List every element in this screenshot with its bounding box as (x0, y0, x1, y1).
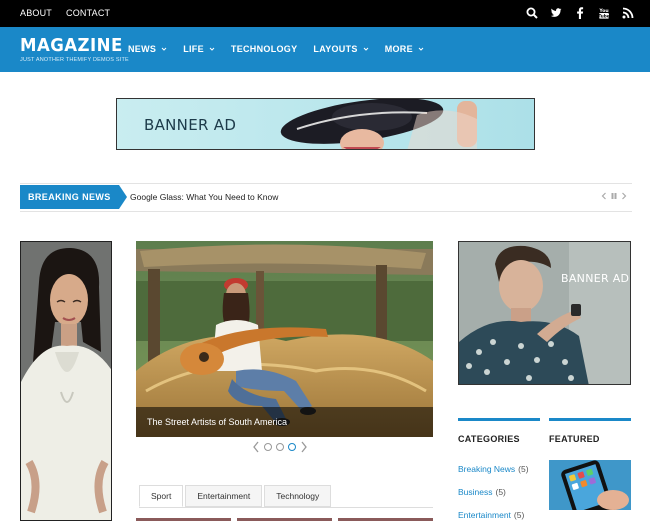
divider (20, 211, 632, 212)
breaking-news-label: BREAKING NEWS (20, 185, 127, 209)
slider-caption[interactable]: The Street Artists of South America (136, 407, 433, 437)
banner-ad-text: BANNER AD (561, 272, 630, 285)
site-logo[interactable]: MAGAZINE JUST ANOTHER THEMIFY DEMOS SITE (20, 35, 132, 64)
search-icon[interactable] (526, 7, 538, 19)
category-link[interactable]: Entertainment (458, 510, 511, 520)
featured-post-thumbnail[interactable] (549, 460, 631, 510)
breaking-news-controls (601, 192, 627, 200)
chevron-right-icon[interactable] (300, 441, 308, 453)
chevron-right-icon[interactable] (621, 192, 627, 200)
slider-dot[interactable] (264, 443, 272, 451)
logo-tagline: JUST ANOTHER THEMIFY DEMOS SITE (20, 57, 129, 63)
nav-item-news[interactable]: NEWS (128, 44, 167, 54)
pause-icon[interactable] (611, 192, 617, 200)
widget-accent-bar (549, 418, 631, 421)
slider-dot[interactable] (276, 443, 284, 451)
tab-entertainment[interactable]: Entertainment (185, 485, 263, 507)
contact-link[interactable]: CONTACT (66, 8, 110, 18)
chevron-down-icon (363, 47, 369, 51)
top-links: ABOUT CONTACT (20, 8, 110, 18)
featured-slider[interactable]: The Street Artists of South America (136, 241, 433, 437)
featured-title: FEATURED (549, 434, 600, 444)
chevron-down-icon (209, 47, 215, 51)
category-tabs: Sport Entertainment Technology (139, 485, 333, 507)
tab-label: Entertainment (197, 491, 251, 501)
divider (20, 183, 632, 184)
slider-dot-active[interactable] (288, 443, 296, 451)
category-link[interactable]: Breaking News (458, 464, 515, 474)
tab-technology[interactable]: Technology (264, 485, 332, 507)
chevron-down-icon (418, 47, 424, 51)
site-header: MAGAZINE JUST ANOTHER THEMIFY DEMOS SITE… (0, 27, 650, 72)
youtube-icon[interactable]: YouTube (598, 7, 610, 19)
logo-title: MAGAZINE (20, 35, 123, 56)
slider-pagination (252, 441, 308, 453)
list-item: Breaking News (5) (458, 464, 529, 474)
category-count: (5) (513, 510, 525, 520)
top-banner-ad[interactable]: BANNER AD (116, 98, 535, 150)
nav-item-technology[interactable]: TECHNOLOGY (231, 44, 298, 54)
chevron-left-icon[interactable] (601, 192, 607, 200)
about-link[interactable]: ABOUT (20, 8, 52, 18)
widget-accent-bar (458, 418, 540, 421)
nav-item-label: NEWS (128, 44, 157, 54)
top-bar: ABOUT CONTACT You Tube (0, 0, 650, 27)
categories-list: Breaking News (5) Business (5) Entertainme… (458, 464, 529, 521)
nav-item-label: LAYOUTS (313, 44, 358, 54)
nav-item-label: LIFE (183, 44, 204, 54)
breaking-news-label-text: BREAKING NEWS (28, 192, 111, 202)
banner-hat-image (280, 99, 477, 149)
tab-sport[interactable]: Sport (139, 485, 184, 507)
banner-man-image (459, 242, 630, 384)
category-count: (5) (495, 487, 506, 497)
chevron-left-icon[interactable] (252, 441, 260, 453)
tab-label: Sport (151, 491, 172, 501)
nav-item-more[interactable]: MORE (385, 44, 424, 54)
slider-caption-text: The Street Artists of South America (147, 417, 288, 427)
sidebar-banner-ad[interactable]: BANNER AD (458, 241, 631, 385)
left-portrait-image[interactable] (20, 241, 112, 521)
nav-item-layouts[interactable]: LAYOUTS (313, 44, 369, 54)
tab-label: Technology (276, 491, 320, 501)
rss-icon[interactable] (622, 7, 634, 19)
categories-title: CATEGORIES (458, 434, 520, 444)
phone-image (549, 460, 631, 510)
category-link[interactable]: Business (458, 487, 493, 497)
main-nav: NEWS LIFE TECHNOLOGY LAYOUTS MORE (128, 44, 424, 54)
nav-item-life[interactable]: LIFE (183, 44, 215, 54)
featured-post-title[interactable] (549, 516, 631, 521)
twitter-icon[interactable] (550, 7, 562, 19)
category-count: (5) (518, 464, 529, 474)
banner-ad-text: BANNER AD (144, 116, 237, 134)
svg-text:Tube: Tube (598, 13, 609, 18)
list-item: Business (5) (458, 487, 529, 497)
social-icons: You Tube (526, 7, 634, 19)
nav-item-label: MORE (384, 44, 413, 54)
list-item: Entertainment (5) (458, 510, 529, 520)
facebook-icon[interactable] (574, 7, 586, 19)
breaking-news-headline[interactable]: Google Glass: What You Need to Know (130, 192, 278, 202)
tabs-divider (139, 507, 433, 508)
chevron-down-icon (161, 47, 167, 51)
nav-item-label: TECHNOLOGY (230, 44, 298, 54)
